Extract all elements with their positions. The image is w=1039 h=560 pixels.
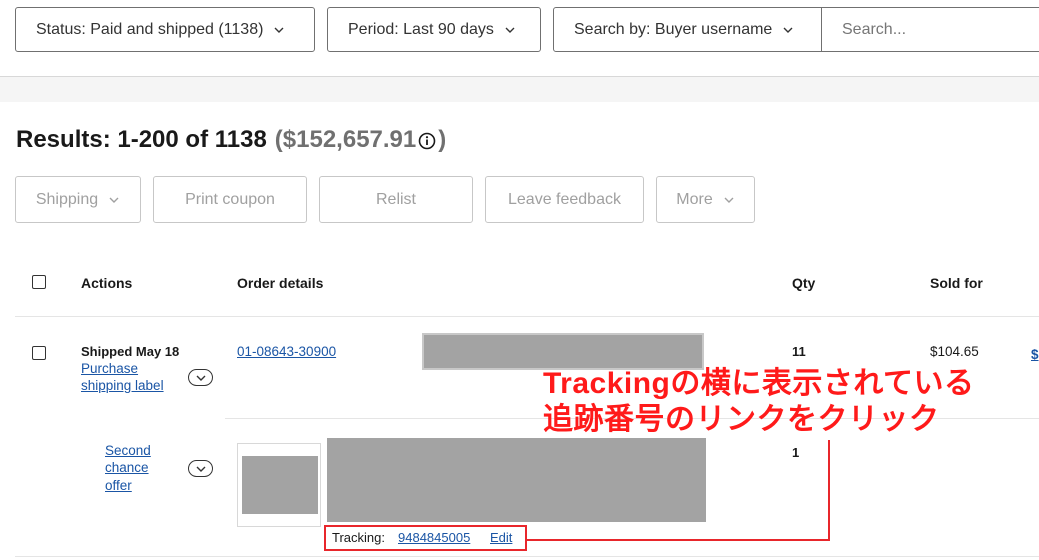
redacted-item-title — [422, 333, 704, 370]
row-actions-dropdown[interactable] — [188, 460, 213, 477]
row-divider — [15, 316, 1039, 317]
info-icon[interactable] — [418, 132, 436, 150]
search-by-label: Search by: Buyer username — [574, 20, 773, 38]
header-sold-for: Sold for — [930, 275, 983, 291]
second-chance-offer-link-line3[interactable]: offer — [105, 478, 132, 493]
filter-bar: Status: Paid and shipped (1138) Period: … — [0, 0, 1039, 76]
row-actions-dropdown[interactable] — [188, 369, 213, 386]
relist-button[interactable]: Relist — [319, 176, 473, 223]
annotation-text-line1: Trackingの横に表示されている — [543, 367, 975, 400]
relist-label: Relist — [375, 190, 416, 208]
status-filter-label: Status: Paid and shipped (1138) — [36, 20, 264, 38]
row-divider — [15, 556, 1039, 557]
section-divider — [0, 76, 1039, 102]
results-heading: Results: 1-200 of 1138 ($152,657.91) — [16, 126, 446, 154]
period-filter-label: Period: Last 90 days — [348, 20, 494, 38]
header-qty: Qty — [792, 275, 816, 291]
chevron-down-icon — [724, 197, 734, 203]
order-qty: 11 — [792, 344, 806, 359]
search-input[interactable] — [842, 20, 1039, 39]
header-order-details: Order details — [237, 275, 324, 291]
chevron-down-icon — [109, 197, 119, 203]
annotation-text-line2: 追跡番号のリンクをクリック — [543, 403, 940, 436]
chevron-down-icon — [196, 375, 205, 381]
search-by-dropdown[interactable]: Search by: Buyer username — [553, 7, 822, 52]
chevron-down-icon — [196, 466, 205, 472]
item-qty: 1 — [792, 445, 800, 460]
edit-tracking-link[interactable]: Edit — [490, 530, 512, 545]
search-field[interactable] — [821, 7, 1039, 52]
leave-feedback-button[interactable]: Leave feedback — [485, 176, 644, 223]
order-sold-for: $104.65 — [930, 344, 979, 359]
thumbnail-image — [242, 456, 318, 514]
print-coupon-label: Print coupon — [185, 190, 275, 208]
second-chance-offer-link-line2[interactable]: chance — [105, 460, 149, 475]
second-chance-offer-link[interactable]: Second — [105, 443, 151, 458]
print-coupon-button[interactable]: Print coupon — [153, 176, 307, 223]
tracking-label: Tracking: — [332, 530, 385, 545]
annotation-connector-vertical — [828, 440, 830, 541]
item-thumbnail[interactable] — [237, 443, 321, 527]
overflow-link[interactable]: $ — [1031, 347, 1039, 362]
redacted-item-details — [327, 438, 706, 522]
more-button-label: More — [676, 190, 713, 208]
purchase-shipping-label-link-line2[interactable]: shipping label — [81, 378, 164, 393]
more-button[interactable]: More — [656, 176, 755, 223]
results-count: Results: 1-200 of 1138 — [16, 126, 267, 153]
chevron-down-icon — [505, 27, 515, 33]
row-checkbox[interactable] — [32, 346, 46, 360]
status-filter-dropdown[interactable]: Status: Paid and shipped (1138) — [15, 7, 315, 52]
order-status: Shipped May 18 — [81, 344, 180, 359]
shipping-button[interactable]: Shipping — [15, 176, 141, 223]
chevron-down-icon — [783, 27, 793, 33]
results-total: ($152,657.91) — [274, 126, 447, 153]
shipping-button-label: Shipping — [35, 190, 99, 208]
leave-feedback-label: Leave feedback — [508, 190, 621, 208]
select-all-checkbox[interactable] — [32, 275, 46, 289]
chevron-down-icon — [274, 27, 284, 33]
tracking-number-link[interactable]: 9484845005 — [398, 530, 470, 545]
purchase-shipping-label-link[interactable]: Purchase — [81, 361, 138, 376]
header-actions: Actions — [81, 275, 133, 291]
period-filter-dropdown[interactable]: Period: Last 90 days — [327, 7, 541, 52]
annotation-connector-horizontal — [525, 539, 830, 541]
order-number-link[interactable]: 01-08643-30900 — [237, 344, 336, 359]
